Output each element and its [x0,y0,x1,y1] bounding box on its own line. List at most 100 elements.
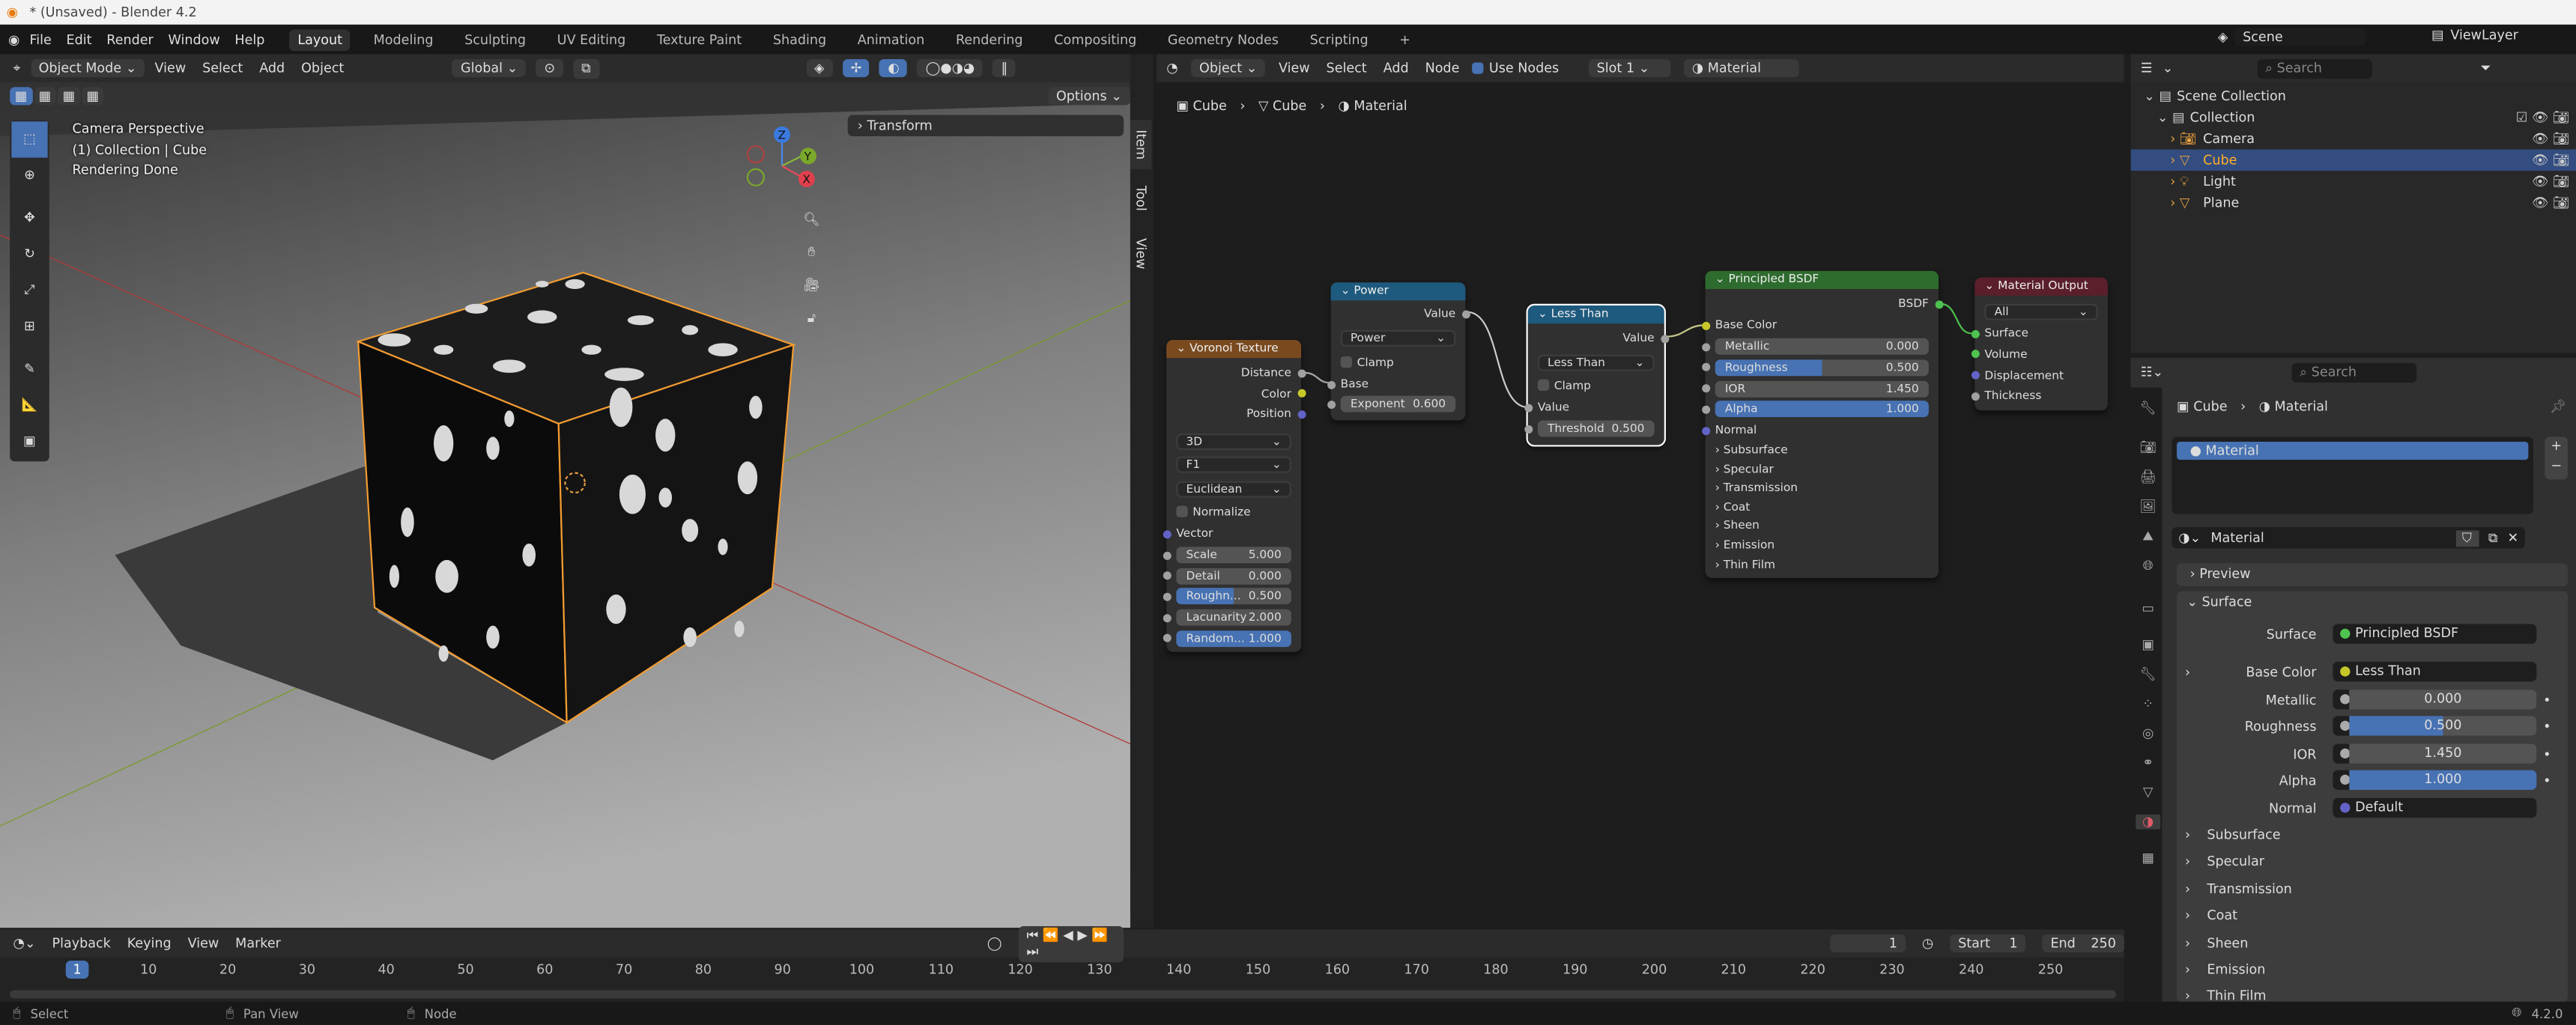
tab-modeling[interactable]: Modeling [366,28,442,50]
clamp-checkbox[interactable]: Clamp [1528,377,1664,394]
add-cube-tool-icon[interactable]: ▣ [11,424,47,460]
visibility-icon[interactable]: ◈ [806,58,833,78]
gizmo-toggle-icon[interactable]: ✢ [842,58,870,78]
pause-render-icon[interactable]: ‖ [992,58,1016,78]
rotate-tool-icon[interactable]: ↻ [11,237,47,273]
menu-window[interactable]: Window [168,32,219,47]
editor-type-icon[interactable]: ⌖ [13,60,21,76]
node-power[interactable]: ⌄ Power Value Power ⌄ Clamp Base Exponent 0.600 [1327,282,1470,421]
end-frame-field[interactable]: End 250 [2042,934,2124,953]
node-header[interactable]: ⌄ Voronoi Texture [1166,340,1302,359]
panel-subsurface[interactable]: › Subsurface [1706,442,1939,458]
tab-uv-editing[interactable]: UV Editing [549,28,634,50]
visibility-eye-icon[interactable]: 👁︎ 📷︎ [2532,150,2569,171]
pin-icon[interactable]: 📌︎ [2550,399,2566,414]
panel-thin-film[interactable]: › Thin Film [1706,556,1939,573]
tab-shading[interactable]: Shading [765,28,834,50]
tab-texture-paint[interactable]: Texture Paint [649,28,750,50]
menu-view[interactable]: View [155,61,187,76]
outliner-item-collection[interactable]: ⌄ ▤ Collection ☑ 👁︎ 📷︎ [2131,107,2576,129]
pivot-icon[interactable]: ⊙ [536,58,564,78]
menu-playback[interactable]: Playback [52,936,110,951]
operation-dropdown[interactable]: Power ⌄ [1340,329,1456,347]
node-header[interactable]: ⌄ Material Output [1975,277,2108,296]
field-threshold[interactable]: Threshold 0.500 [1537,420,1655,437]
tab-physics-icon[interactable]: ◎ [2136,726,2160,740]
outliner-item-cube[interactable]: › ▽ Cube 👁︎ 📷︎ [2130,149,2576,171]
options-dropdown[interactable]: Options ⌄ [1048,87,1130,106]
tab-animation[interactable]: Animation [849,28,933,50]
roughness-field[interactable]: ● 0.500 [2333,716,2537,737]
menu-select[interactable]: Select [202,61,243,76]
menu-render[interactable]: Render [106,32,153,47]
tab-tool-icon[interactable]: 🔧︎ [2136,401,2160,416]
tab-output-icon[interactable]: 🖨︎ [2136,469,2160,484]
panel-coat[interactable]: › Coat [2185,908,2237,923]
shading-modes-icon[interactable]: ◯●◑◕ [917,58,984,78]
orientation-dropdown[interactable]: Global ⌄ [452,58,527,78]
scene-selector[interactable]: ◈ Scene [2218,28,2366,46]
tab-add[interactable]: + [1391,28,1419,50]
visibility-eye-icon[interactable]: ☑ 👁︎ 📷︎ [2516,107,2569,129]
surface-socket[interactable]: ● Principled BSDF [2333,624,2537,644]
feature-dropdown[interactable]: F1 ⌄ [1176,456,1291,473]
start-frame-field[interactable]: Start 1 [1950,934,2026,953]
keyframe-dot-icon[interactable]: • [2543,693,2551,708]
tab-collection-icon[interactable]: ▭ [2136,601,2160,616]
field-scale[interactable]: Scale 5.000 [1176,547,1291,564]
tab-scene-icon[interactable]: ⛰︎ [2136,529,2160,545]
menu-keying[interactable]: Keying [127,936,172,951]
field-alpha[interactable]: Alpha 1.000 [1715,401,1929,418]
distance-metric-dropdown[interactable]: Euclidean ⌄ [1176,481,1291,498]
field-roughness[interactable]: Roughness 0.500 [1715,359,1929,376]
panel-sheen[interactable]: › Sheen [1706,518,1939,535]
timeline-scrollbar[interactable] [10,990,2116,999]
mode-dropdown[interactable]: Object Mode ⌄ [30,58,145,78]
operation-dropdown[interactable]: Less Than ⌄ [1537,354,1655,371]
field-metallic[interactable]: Metallic 0.000 [1715,338,1929,355]
editor-type-icon[interactable]: ☷⌄ [2141,365,2163,380]
field-detail[interactable]: Detail 0.000 [1176,568,1291,585]
clamp-checkbox[interactable]: Clamp [1331,355,1466,371]
outliner-item-light[interactable]: › 💡︎ Light 👁︎ 📷︎ [2131,171,2576,192]
tab-constraints-icon[interactable]: ⚭ [2136,755,2160,770]
menu-view[interactable]: View [188,936,219,951]
clock-icon[interactable]: ◷ [1922,936,1933,951]
3d-viewport[interactable]: ⌖ Object Mode ⌄ View Select Add Object Glob… [0,54,1130,928]
preview-panel[interactable]: › Preview [2177,563,2569,586]
base-color-socket[interactable]: ● Less Than [2333,661,2537,682]
tab-data-icon[interactable]: ▽ [2136,785,2160,800]
tab-layout[interactable]: Layout [289,28,351,50]
tab-compositing[interactable]: Compositing [1046,28,1145,50]
pan-hand-icon[interactable]: ✋︎ [797,245,826,278]
socket-icon[interactable] [1970,392,1979,401]
expand-base-color-icon[interactable]: › [2185,665,2190,680]
node-less-than[interactable]: ⌄ Less Than Value Less Than ⌄ Clamp Value Thre… [1524,303,1669,447]
panel-emission[interactable]: › Emission [1706,537,1939,553]
snap-icon[interactable]: ⧉ [573,58,599,79]
annotate-tool-icon[interactable]: ✎ [11,351,47,387]
surface-panel-header[interactable]: ⌄ Surface [2177,591,2568,615]
tab-rendering[interactable]: Rendering [948,28,1031,50]
panel-specular[interactable]: › Specular [2185,854,2264,869]
tab-modifier-icon[interactable]: 🔧︎ [2136,666,2160,681]
measure-tool-icon[interactable]: 📐 [11,388,47,424]
transform-tool-icon[interactable]: ⊞ [11,308,47,344]
socket-icon[interactable] [1297,410,1306,419]
tab-view-layer-icon[interactable]: 🖼︎ [2136,499,2160,514]
tab-world-icon[interactable]: 🌐︎ [2136,559,2160,575]
editor-type-icon[interactable]: ◔⌄ [13,936,36,951]
node-material-output[interactable]: ⌄ Material Output All ⌄ Surface Volume Displa… [1970,277,2108,411]
panel-transmission[interactable]: › Transmission [2185,881,2292,896]
panel-transmission[interactable]: › Transmission [1706,480,1939,496]
metallic-field[interactable]: ● 0.000 [2333,690,2537,710]
add-remove-slot-buttons[interactable]: + − [2545,437,2569,480]
menu-marker[interactable]: Marker [235,936,281,951]
socket-icon[interactable] [1162,592,1171,601]
auto-key-icon[interactable]: ◯ [987,936,1002,951]
menu-help[interactable]: Help [234,32,264,47]
node-header[interactable]: ⌄ Principled BSDF [1705,270,1939,290]
menu-edit[interactable]: Edit [67,32,92,47]
field-ior[interactable]: IOR 1.450 [1715,380,1929,397]
tab-particles-icon[interactable]: ⁘ [2136,696,2160,711]
